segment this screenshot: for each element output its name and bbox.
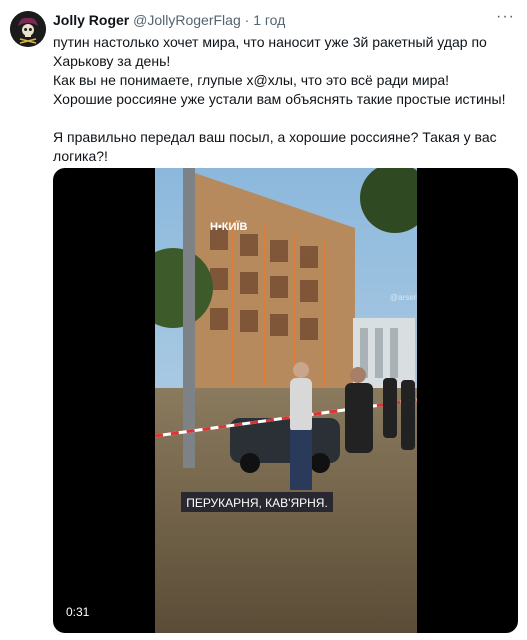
tweet[interactable]: Jolly Roger @JollyRogerFlag · 1 год ··· …	[0, 0, 527, 640]
video-thumbnail: Н•КИЇВ @arseni ПЕРУКАРНЯ, КАВ'ЯРНЯ.	[155, 168, 417, 633]
skull-flag-icon	[10, 11, 46, 47]
author-name[interactable]: Jolly Roger	[53, 12, 129, 28]
video-frame[interactable]: Н•КИЇВ @arseni ПЕРУКАРНЯ, КАВ'ЯРНЯ.	[155, 168, 417, 633]
tweet-text-line: путин настолько хочет мира, что наносит …	[53, 34, 487, 69]
video-duration: 0:31	[61, 603, 95, 621]
tweet-text: путин настолько хочет мира, что наносит …	[53, 33, 515, 166]
more-options-icon[interactable]: ···	[496, 8, 515, 26]
video-caption: ПЕРУКАРНЯ, КАВ'ЯРНЯ.	[186, 496, 328, 510]
tweet-text-line: Я правильно передал ваш посыл, а хорошие…	[53, 129, 497, 164]
author-handle[interactable]: @JollyRogerFlag	[133, 12, 241, 28]
building-sign: Н•КИЇВ	[210, 220, 247, 233]
video-watermark: @arseni	[390, 293, 417, 302]
avatar[interactable]	[10, 11, 46, 47]
header-separator: ·	[244, 12, 250, 28]
tweet-timestamp[interactable]: 1 год	[253, 12, 285, 28]
tweet-header: Jolly Roger @JollyRogerFlag · 1 год	[53, 12, 285, 28]
video-player[interactable]: Н•КИЇВ @arseni ПЕРУКАРНЯ, КАВ'ЯРНЯ. 0:31	[53, 168, 518, 633]
tweet-text-line: Хорошие россияне уже устали вам объяснят…	[53, 91, 506, 107]
tweet-text-line: Как вы не понимаете, глупые х@хлы, что э…	[53, 72, 450, 88]
